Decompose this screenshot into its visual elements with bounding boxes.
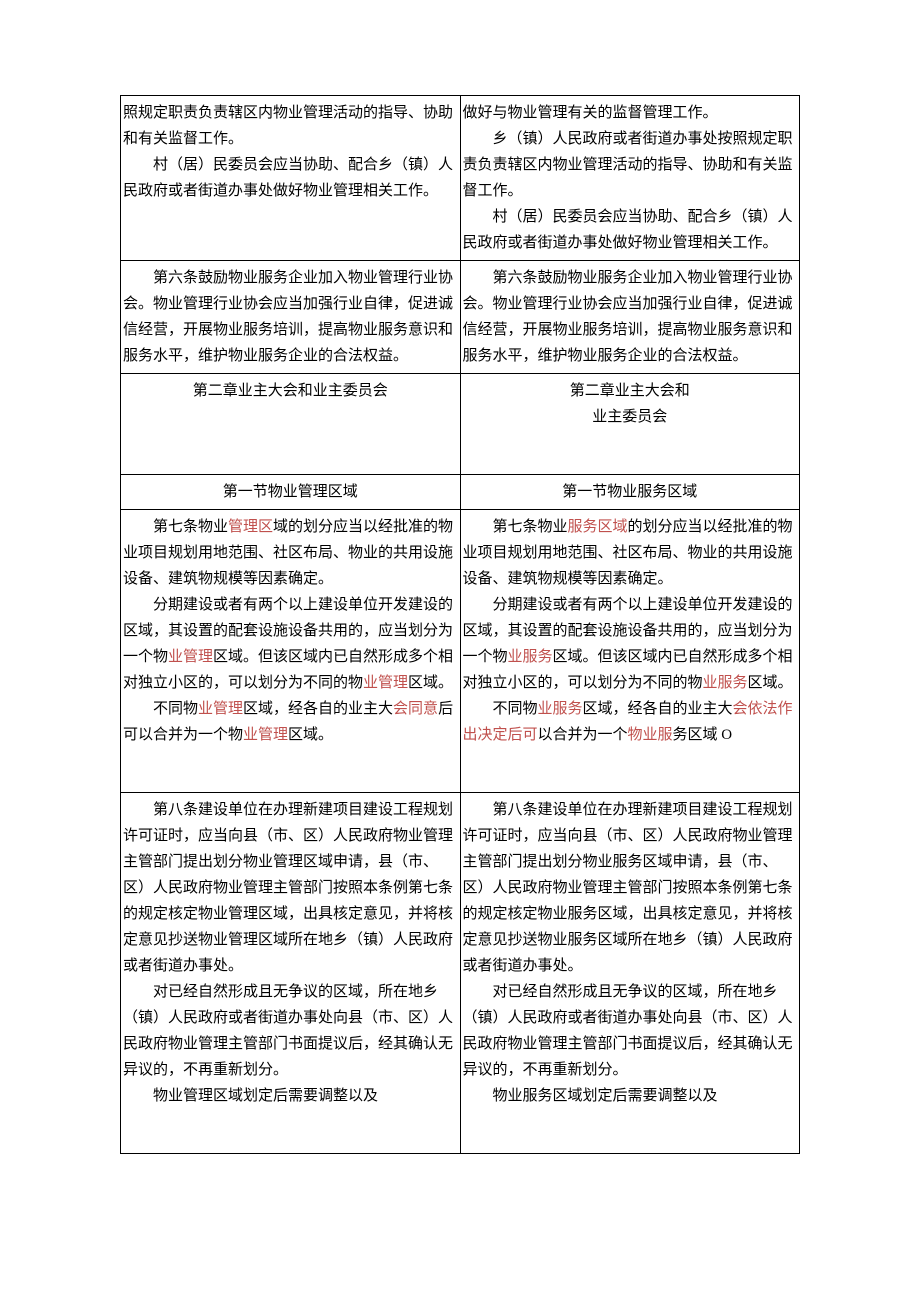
text-run: 第六条鼓励物业服务企业加入物业管理行业协会。物业管理行业协会应当加强行业自律，促… xyxy=(463,270,793,364)
text-run: 物业服 xyxy=(628,727,673,743)
text-run: 业服务 xyxy=(538,701,583,717)
paragraph: 第六条鼓励物业服务企业加入物业管理行业协会。物业管理行业协会应当加强行业自律，促… xyxy=(123,265,458,369)
text-run: 乡（镇）人民政府或者街道办事处按照规定职责负责辖区内物业管理活动的指导、协助和有… xyxy=(463,131,793,199)
paragraph: 物业管理区域划定后需要调整以及 xyxy=(123,1083,458,1109)
paragraph: 第二章业主大会和业主委员会 xyxy=(123,378,458,404)
table-row: 第一节物业管理区域 第一节物业服务区域 xyxy=(121,475,800,510)
text-run: 第一节物业管理区域 xyxy=(223,484,358,500)
paragraph: 做好与物业管理有关的监督管理工作。 xyxy=(463,100,798,126)
text-run: 不同物 xyxy=(153,701,198,717)
comparison-cell: 第八条建设单位在办理新建项目建设工程规划许可证时，应当向县（市、区）人民政府物业… xyxy=(460,793,800,1154)
text-run: 业服务 xyxy=(703,675,748,691)
text-run: 不同物 xyxy=(493,701,538,717)
comparison-cell: 第七条物业管理区域的划分应当以经批准的物业项目规划用地范围、社区布局、物业的共用… xyxy=(121,510,461,793)
text-run: 业管理 xyxy=(198,701,243,717)
paragraph: 第七条物业服务区域的划分应当以经批准的物业项目规划用地范围、社区布局、物业的共用… xyxy=(463,514,798,592)
table-row: 第二章业主大会和业主委员会第二章业主大会和业主委员会 xyxy=(121,374,800,475)
text-run: 区域，经各自的业主大 xyxy=(243,701,393,717)
text-run: 第一节物业服务区域 xyxy=(562,484,697,500)
comparison-cell: 第二章业主大会和业主委员会 xyxy=(121,374,461,475)
text-run: 以合并为一个 xyxy=(538,727,628,743)
text-run: 村（居）民委员会应当协助、配合乡（镇）人民政府或者街道办事处做好物业管理相关工作… xyxy=(123,157,453,199)
text-run: 管理区 xyxy=(228,519,273,535)
table-row: 第七条物业管理区域的划分应当以经批准的物业项目规划用地范围、社区布局、物业的共用… xyxy=(121,510,800,793)
text-run: 会同意 xyxy=(393,701,438,717)
paragraph: 不同物业管理区域，经各自的业主大会同意后可以合并为一个物业管理区域。 xyxy=(123,696,458,748)
text-run: 区域。 xyxy=(748,675,793,691)
text-run: 做好与物业管理有关的监督管理工作。 xyxy=(463,105,718,121)
table-row: 照规定职责负责辖区内物业管理活动的指导、协助和有关监督工作。村（居）民委员会应当… xyxy=(121,96,800,261)
paragraph: 业主委员会 xyxy=(463,404,798,430)
comparison-cell: 第一节物业服务区域 xyxy=(460,475,800,510)
paragraph: 第八条建设单位在办理新建项目建设工程规划许可证时，应当向县（市、区）人民政府物业… xyxy=(123,797,458,979)
table-row: 第六条鼓励物业服务企业加入物业管理行业协会。物业管理行业协会应当加强行业自律，促… xyxy=(121,261,800,374)
text-run: 区域，经各自的业主大 xyxy=(583,701,733,717)
text-run: 第二章业主大会和 xyxy=(570,383,690,399)
comparison-cell: 第六条鼓励物业服务企业加入物业管理行业协会。物业管理行业协会应当加强行业自律，促… xyxy=(121,261,461,374)
paragraph: 第八条建设单位在办理新建项目建设工程规划许可证时，应当向县（市、区）人民政府物业… xyxy=(463,797,798,979)
paragraph: 第一节物业服务区域 xyxy=(463,479,798,505)
paragraph: 第七条物业管理区域的划分应当以经批准的物业项目规划用地范围、社区布局、物业的共用… xyxy=(123,514,458,592)
text-run: 第六条鼓励物业服务企业加入物业管理行业协会。物业管理行业协会应当加强行业自律，促… xyxy=(123,270,453,364)
paragraph: 乡（镇）人民政府或者街道办事处按照规定职责负责辖区内物业管理活动的指导、协助和有… xyxy=(463,126,798,204)
table-row: 第八条建设单位在办理新建项目建设工程规划许可证时，应当向县（市、区）人民政府物业… xyxy=(121,793,800,1154)
text-run: 服务区域 xyxy=(568,519,628,535)
text-run: 第七条物业 xyxy=(153,519,228,535)
comparison-cell: 照规定职责负责辖区内物业管理活动的指导、协助和有关监督工作。村（居）民委员会应当… xyxy=(121,96,461,261)
comparison-cell: 第七条物业服务区域的划分应当以经批准的物业项目规划用地范围、社区布局、物业的共用… xyxy=(460,510,800,793)
text-run: 物业服务区域划定后需要调整以及 xyxy=(493,1088,718,1104)
text-run: 业主委员会 xyxy=(592,409,667,425)
paragraph: 不同物业服务区域，经各自的业主大会依法作出决定后可以合并为一个物业服务区域 O xyxy=(463,696,798,748)
text-run: 业管理 xyxy=(243,727,288,743)
paragraph: 第二章业主大会和 xyxy=(463,378,798,404)
text-run: 第七条物业 xyxy=(493,519,568,535)
text-run: 物业管理区域划定后需要调整以及 xyxy=(153,1088,378,1104)
paragraph: 物业服务区域划定后需要调整以及 xyxy=(463,1083,798,1109)
text-run: 对已经自然形成且无争议的区域，所在地乡（镇）人民政府或者街道办事处向县（市、区）… xyxy=(463,984,793,1078)
text-run: 第八条建设单位在办理新建项目建设工程规划许可证时，应当向县（市、区）人民政府物业… xyxy=(463,802,793,974)
paragraph: 对已经自然形成且无争议的区域，所在地乡（镇）人民政府或者街道办事处向县（市、区）… xyxy=(123,979,458,1083)
text-run: 业管理 xyxy=(363,675,408,691)
document-page: 照规定职责负责辖区内物业管理活动的指导、协助和有关监督工作。村（居）民委员会应当… xyxy=(0,0,920,1301)
comparison-table-body: 照规定职责负责辖区内物业管理活动的指导、协助和有关监督工作。村（居）民委员会应当… xyxy=(121,96,800,1154)
comparison-table: 照规定职责负责辖区内物业管理活动的指导、协助和有关监督工作。村（居）民委员会应当… xyxy=(120,95,800,1154)
text-run: 区域。 xyxy=(408,675,453,691)
text-run: 业管理 xyxy=(168,649,213,665)
comparison-cell: 第八条建设单位在办理新建项目建设工程规划许可证时，应当向县（市、区）人民政府物业… xyxy=(121,793,461,1154)
text-run: 务区域 O xyxy=(673,727,733,743)
paragraph: 第一节物业管理区域 xyxy=(123,479,458,505)
comparison-cell: 第二章业主大会和业主委员会 xyxy=(460,374,800,475)
text-run: 照规定职责负责辖区内物业管理活动的指导、协助和有关监督工作。 xyxy=(123,105,453,147)
paragraph: 照规定职责负责辖区内物业管理活动的指导、协助和有关监督工作。 xyxy=(123,100,458,152)
paragraph: 村（居）民委员会应当协助、配合乡（镇）人民政府或者街道办事处做好物业管理相关工作… xyxy=(123,152,458,204)
paragraph: 村（居）民委员会应当协助、配合乡（镇）人民政府或者街道办事处做好物业管理相关工作… xyxy=(463,204,798,256)
text-run: 对已经自然形成且无争议的区域，所在地乡（镇）人民政府或者街道办事处向县（市、区）… xyxy=(123,984,453,1078)
comparison-cell: 第六条鼓励物业服务企业加入物业管理行业协会。物业管理行业协会应当加强行业自律，促… xyxy=(460,261,800,374)
text-run: 第二章业主大会和业主委员会 xyxy=(193,383,388,399)
text-run: 第八条建设单位在办理新建项目建设工程规划许可证时，应当向县（市、区）人民政府物业… xyxy=(123,802,453,974)
comparison-cell: 第一节物业管理区域 xyxy=(121,475,461,510)
paragraph: 对已经自然形成且无争议的区域，所在地乡（镇）人民政府或者街道办事处向县（市、区）… xyxy=(463,979,798,1083)
paragraph: 分期建设或者有两个以上建设单位开发建设的区域，其设置的配套设施设备共用的，应当划… xyxy=(463,592,798,696)
comparison-cell: 做好与物业管理有关的监督管理工作。乡（镇）人民政府或者街道办事处按照规定职责负责… xyxy=(460,96,800,261)
text-run: 区域。 xyxy=(288,727,333,743)
paragraph: 分期建设或者有两个以上建设单位开发建设的区域，其设置的配套设施设备共用的，应当划… xyxy=(123,592,458,696)
paragraph: 第六条鼓励物业服务企业加入物业管理行业协会。物业管理行业协会应当加强行业自律，促… xyxy=(463,265,798,369)
text-run: 业服务 xyxy=(508,649,553,665)
text-run: 村（居）民委员会应当协助、配合乡（镇）人民政府或者街道办事处做好物业管理相关工作… xyxy=(463,209,793,251)
